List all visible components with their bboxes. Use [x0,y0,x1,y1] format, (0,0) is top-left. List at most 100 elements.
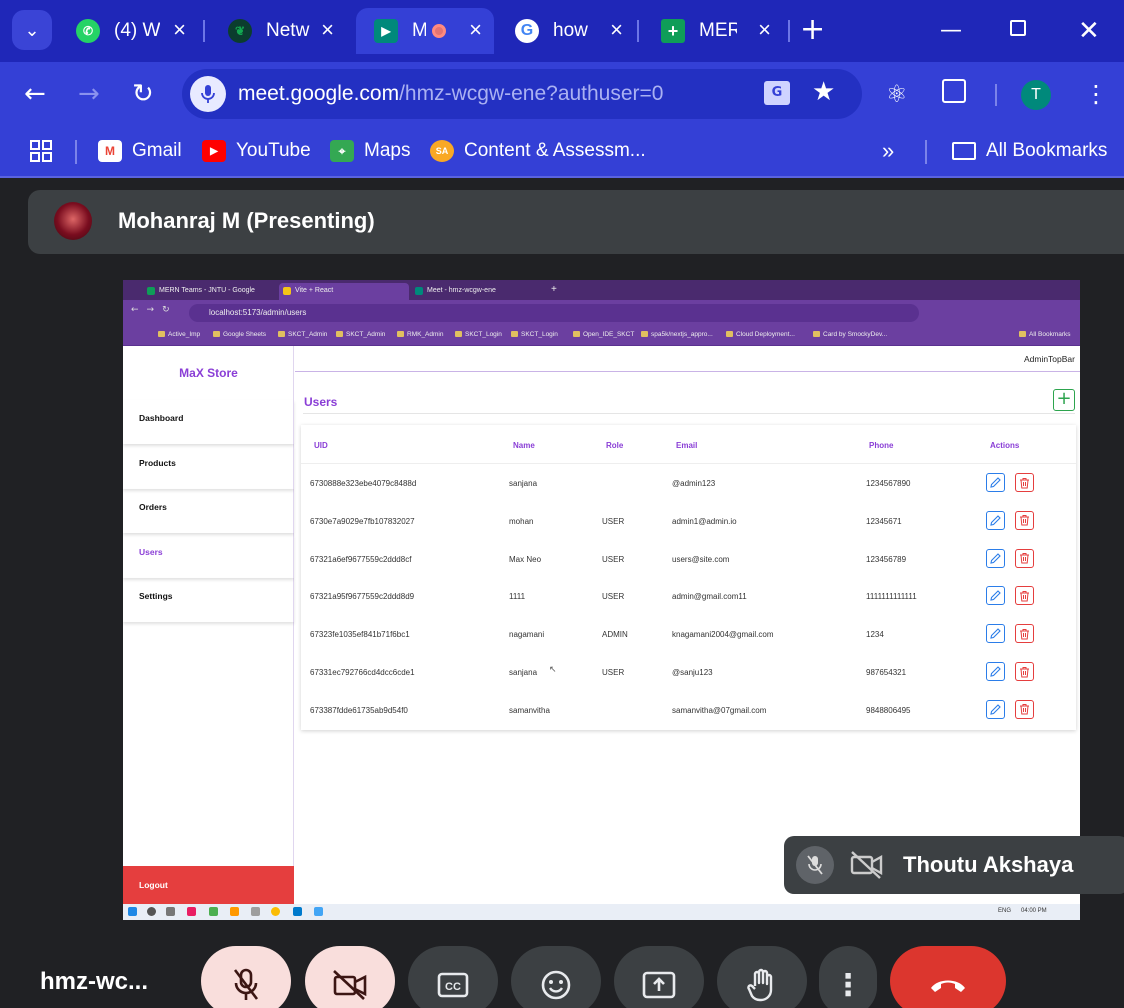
closed-captions-icon: CC [437,972,469,998]
back-button[interactable]: ← [24,78,46,110]
emoji-reaction-button[interactable] [511,946,601,1008]
bookmark-content[interactable]: SA Content & Assessm... [430,138,646,164]
apps-icon[interactable] [30,138,52,164]
bookmark-maps[interactable]: ⌖ Maps [330,138,410,164]
star-icon[interactable]: ★ [812,77,835,107]
forward-button[interactable]: → [78,78,100,110]
shared-tab-title: Meet - hmz-wcgw-ene [427,287,496,294]
more-bookmarks-button[interactable]: » [882,138,894,164]
minimize-button[interactable]: — [940,16,962,46]
shared-bookmark: Active_Imp [158,331,200,338]
microphone-icon[interactable] [190,76,226,112]
close-icon[interactable]: × [469,17,482,43]
cell-name: nagamani [509,630,545,640]
reload-button[interactable]: ↻ [132,78,154,110]
shared-new-tab: + [551,284,557,295]
sidebar-item-orders[interactable]: Orders [123,489,294,533]
cell-email: samanvitha@07gmail.com [672,705,767,715]
tab-sheets[interactable]: + MERI × [643,8,783,54]
tab-network[interactable]: ❦ Netw × [210,8,346,54]
edit-button[interactable] [986,586,1005,606]
maximize-button[interactable] [1010,20,1026,36]
address-bar[interactable]: meet.google.com/hmz-wcgw-ene?authuser=0 … [182,69,862,119]
edit-button[interactable] [986,548,1005,568]
all-bookmarks-button[interactable]: All Bookmarks [952,138,1107,164]
admin-sidebar: MaX Store Dashboard Products Orders User… [123,346,294,904]
cell-email: @admin123 [672,479,716,488]
react-devtools-icon[interactable]: ⚛ [886,78,908,110]
task-view-icon [166,907,175,916]
sidebar-item-dashboard[interactable]: Dashboard [123,400,294,444]
table-row: 673387fdde61735ab9d54f0 samanvitha samanvi… [301,692,1076,730]
shared-bookmark: SKCT_Admin [336,331,385,338]
profile-avatar[interactable]: T [1021,80,1051,110]
camera-toggle-button[interactable] [305,946,395,1008]
leave-call-button[interactable] [890,946,1006,1008]
tab-meet[interactable]: ▶ M × [356,8,494,54]
mic-toggle-button[interactable] [201,946,291,1008]
add-user-button[interactable]: + [1053,389,1075,411]
bookmark-youtube[interactable]: ▶ YouTube [202,138,311,164]
extensions-icon[interactable] [942,79,966,103]
close-icon[interactable]: × [173,17,186,43]
captions-button[interactable]: CC [408,946,498,1008]
shared-bookmark: RMK_Admin [397,331,443,338]
sidebar-item-products[interactable]: Products [123,445,294,489]
cell-role: USER [602,592,625,602]
arrow-right-icon: → [78,79,100,109]
shared-tab-title: Vite + React [295,287,334,294]
delete-button[interactable] [1015,586,1034,606]
shared-tab-title: MERN Teams - JNTU - Google [159,287,255,294]
plus-icon: + [1056,388,1072,409]
pencil-icon [990,590,1001,602]
close-icon[interactable]: × [610,17,623,43]
delete-button[interactable] [1015,548,1034,568]
chevron-double-right-icon: » [882,138,895,163]
delete-button[interactable] [1015,699,1034,719]
new-tab-button[interactable]: + [800,14,825,46]
camera-off-icon [333,970,367,1000]
shared-tab-strip: MERN Teams - JNTU - Google Vite + React … [123,280,1080,300]
edit-button[interactable] [986,662,1005,681]
edit-button[interactable] [986,510,1005,530]
participant-name: Thoutu Akshaya [903,852,1074,877]
shared-tab: Vite + React [279,283,409,300]
delete-button[interactable] [1015,510,1034,530]
shared-tab: MERN Teams - JNTU - Google [143,283,277,300]
present-screen-button[interactable] [614,946,704,1008]
bookmark-gmail[interactable]: M Gmail [98,138,182,164]
tab-title: (4) W [114,20,160,41]
logout-button[interactable]: Logout [123,866,294,904]
svg-text:CC: CC [445,981,461,993]
close-icon[interactable]: × [758,17,771,43]
tab-search-button[interactable]: ⌄ [12,10,52,50]
meet-stage: Mohanraj M (Presenting) MERN Teams - JNT… [0,180,1124,1008]
mic-off-icon [233,968,259,1000]
reload-icon: ↻ [132,79,154,109]
sidebar-item-users[interactable]: Users [123,534,294,578]
sidebar-item-settings[interactable]: Settings [123,578,294,622]
translate-icon[interactable]: G [764,81,790,105]
delete-button[interactable] [1015,473,1034,492]
delete-button[interactable] [1015,662,1034,681]
edit-button[interactable] [986,473,1005,492]
bookmark-label: Content & Assessm... [464,140,646,161]
more-vert-icon[interactable]: ⋮ [1084,78,1108,110]
raise-hand-button[interactable] [717,946,807,1008]
close-window-button[interactable]: ✕ [1078,16,1100,46]
tab-google-search[interactable]: G how × [497,8,635,54]
delete-button[interactable] [1015,624,1034,644]
arrow-left-icon: ← [24,79,46,109]
more-options-button[interactable]: ⋮ [819,946,877,1008]
column-header: Actions [990,441,1020,450]
cell-uid: 6730888e323ebe4079c8488d [310,479,417,488]
tab-whatsapp[interactable]: ✆ (4) W × [58,8,198,54]
close-icon[interactable]: × [321,17,334,43]
tab-title: Netw [266,20,310,41]
cell-phone: 123456789 [866,554,907,564]
vscode-icon [293,907,302,916]
shared-tab: Meet - hmz-wcgw-ene [411,283,541,300]
edit-button[interactable] [986,624,1005,644]
edit-button[interactable] [986,699,1005,719]
cell-name: 1111 [509,592,526,602]
